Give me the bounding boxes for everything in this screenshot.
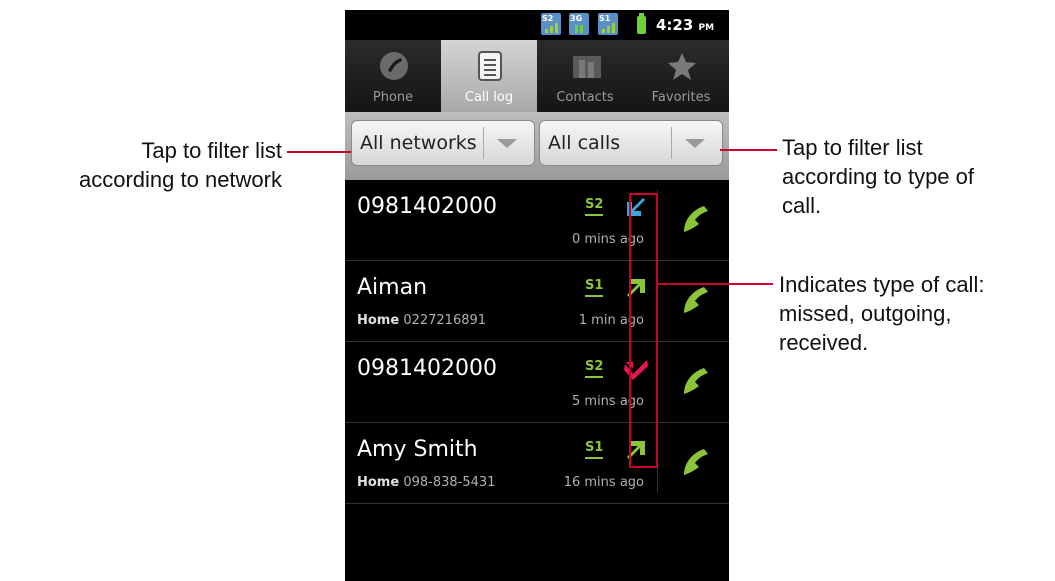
network-s2-badge: S2 xyxy=(585,360,603,378)
data-3g-icon: 3G xyxy=(569,13,589,35)
call-log-row[interactable]: Aiman Home 0227216891 S1 1 min ago xyxy=(345,261,729,342)
status-bar: S2 3G S1 4:23 PM xyxy=(345,10,729,40)
annotation-line-right-indicator xyxy=(656,283,773,285)
annotation-call-type-filter: Tap to filter list according to type of … xyxy=(782,135,975,218)
network-s2-badge: S2 xyxy=(585,198,603,216)
call-button-icon[interactable] xyxy=(678,283,712,317)
call-type-filter-dropdown[interactable]: All calls xyxy=(539,120,723,166)
call-log-row[interactable]: 0981402000 S2 5 mins ago xyxy=(345,342,729,423)
tab-call-log[interactable]: Call log xyxy=(441,40,537,112)
tab-favorites[interactable]: Favorites xyxy=(633,40,729,112)
call-type-highlight-box xyxy=(629,193,658,468)
call-log-icon xyxy=(478,51,502,81)
battery-icon xyxy=(637,13,646,34)
signal-s1-icon: S1 xyxy=(598,13,618,35)
phone-icon xyxy=(380,52,408,80)
call-log-row[interactable]: 0981402000 S2 0 mins ago xyxy=(345,180,729,261)
annotation-line-left xyxy=(287,151,351,153)
network-filter-dropdown[interactable]: All networks xyxy=(351,120,535,166)
signal-s2-icon: S2 xyxy=(541,13,561,35)
annotation-network-filter: Tap to filter list according to network xyxy=(79,138,282,192)
call-button-icon[interactable] xyxy=(678,364,712,398)
tab-contacts[interactable]: Contacts xyxy=(537,40,633,112)
annotation-line-right-filter xyxy=(720,149,777,151)
chevron-down-icon xyxy=(497,139,517,148)
network-s1-badge: S1 xyxy=(585,441,603,459)
tab-phone[interactable]: Phone xyxy=(345,40,441,112)
filter-bar: All networks All calls xyxy=(345,112,729,180)
call-button-icon[interactable] xyxy=(678,445,712,479)
call-button-icon[interactable] xyxy=(678,202,712,236)
star-icon xyxy=(668,53,696,80)
call-log-row[interactable]: Amy Smith Home 098-838-5431 S1 16 mins a… xyxy=(345,423,729,504)
network-s1-badge: S1 xyxy=(585,279,603,297)
clock: 4:23 PM xyxy=(656,16,715,34)
contacts-icon xyxy=(573,56,601,78)
annotation-call-type-indicator: Indicates type of call: missed, outgoing… xyxy=(779,272,985,355)
phone-screen: S2 3G S1 4:23 PM Phone Call log Contacts… xyxy=(345,10,729,581)
tab-bar: Phone Call log Contacts Favorites xyxy=(345,40,729,112)
chevron-down-icon xyxy=(685,139,705,148)
